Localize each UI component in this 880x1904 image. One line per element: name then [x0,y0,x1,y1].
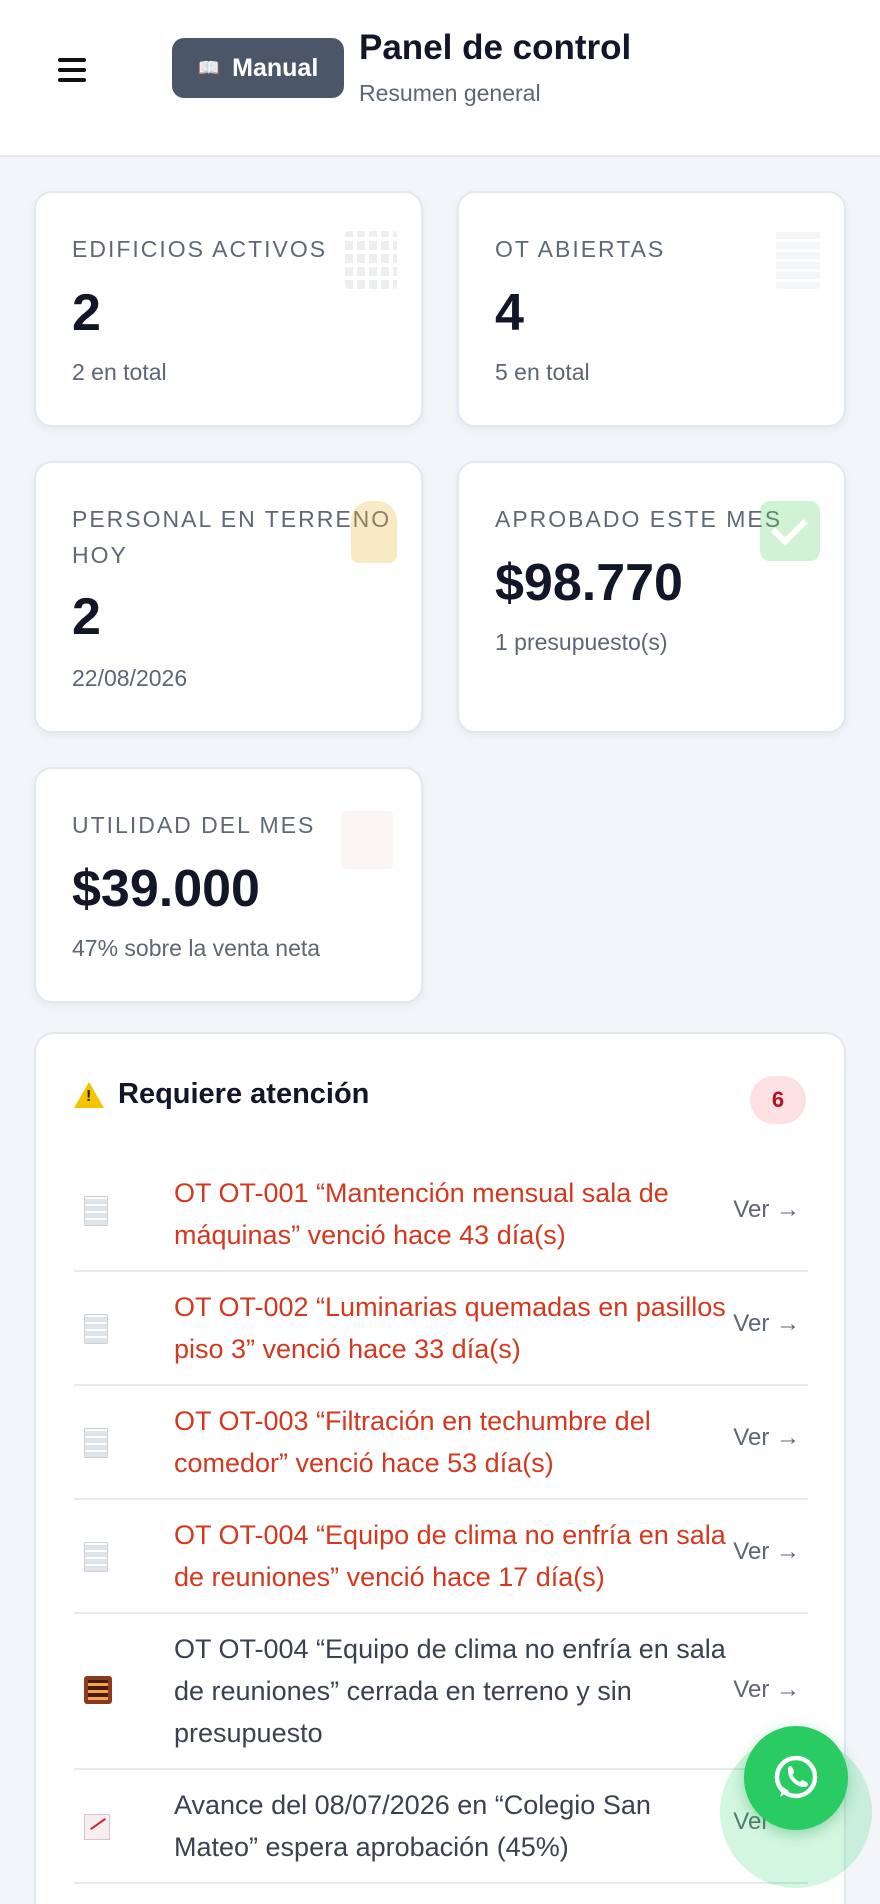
worker-icon [351,501,397,563]
stat-sub: 2 en total [72,359,167,385]
alert-item[interactable]: Avance del 08/07/2026 en “Colegio San Ma… [74,1770,808,1884]
stat-sub: 1 presupuesto(s) [495,629,668,655]
alert-item[interactable]: OT OT-001 “Mantención mensual sala de má… [74,1158,808,1272]
hamburger-menu-icon[interactable] [58,58,86,82]
alert-item[interactable]: OT OT-004 “Equipo de clima no enfría en … [74,1500,808,1614]
ver-link[interactable]: Ver → [733,1676,800,1704]
receipt-icon [84,1314,108,1344]
stat-sub: 47% sobre la venta neta [72,935,321,961]
receipt-icon [84,1542,108,1572]
stat-sub: 22/08/2026 [72,665,188,691]
receipt-icon [84,1428,108,1458]
ver-link[interactable]: Ver → [733,1424,800,1452]
whatsapp-icon [774,1755,818,1799]
ver-link[interactable]: Ver → [733,1310,800,1338]
alert-text: OT OT-002 “Luminarias quemadas en pasill… [174,1292,726,1364]
stat-value: $98.770 [495,554,683,612]
stat-card-aprobado: APROBADO ESTE MES $98.770 1 presupuesto(… [457,461,846,733]
chart-up-icon [341,811,393,869]
alert-item[interactable]: OT OT-003 “Filtración en techumbre del c… [74,1386,808,1500]
page-subtitle: Resumen general [359,80,541,106]
alert-text: OT OT-003 “Filtración en techumbre del c… [174,1406,651,1478]
ver-link[interactable]: Ver → [733,1538,800,1566]
book-icon: 📖 [197,58,221,78]
check-icon [760,501,820,561]
building-icon [345,231,397,289]
stat-card-utilidad: UTILIDAD DEL MES $39.000 47% sobre la ve… [34,767,423,1003]
manual-button[interactable]: 📖 Manual [172,38,344,98]
attention-header: Requiere atención [74,1078,369,1111]
stat-card-personal: PERSONAL EN TERRENO HOY 2 22/08/2026 [34,461,423,733]
alert-text: OT OT-004 “Equipo de clima no enfría en … [174,1520,726,1592]
alert-item[interactable]: OT OT-002 “Luminarias quemadas en pasill… [74,1272,808,1386]
attention-title: Requiere atención [118,1078,370,1110]
stat-value: $39.000 [72,860,260,918]
ver-link[interactable]: Ver → [733,1196,800,1224]
stat-label: OT ABIERTAS [495,236,666,262]
receipt-icon [776,231,820,289]
page-title: Panel de control [359,28,632,67]
attention-count-badge: 6 [750,1076,806,1124]
attention-panel: Requiere atención 6 OT OT-001 “Mantenció… [34,1032,846,1904]
alert-item[interactable]: OT OT-004 “Equipo de clima no enfría en … [74,1614,808,1770]
warning-icon [74,1081,104,1108]
stat-value: 2 [72,588,101,646]
stat-card-edificios: EDIFICIOS ACTIVOS 2 2 en total [34,191,423,427]
alert-text: Avance del 08/07/2026 en “Colegio San Ma… [174,1790,651,1862]
alert-text: OT OT-004 “Equipo de clima no enfría en … [174,1634,726,1748]
chart-up-icon [84,1814,110,1840]
abacus-icon [84,1676,112,1704]
manual-button-label: Manual [232,53,319,82]
stat-card-ot-abiertas: OT ABIERTAS 4 5 en total [457,191,846,427]
alert-text: OT OT-001 “Mantención mensual sala de má… [174,1178,669,1250]
stat-sub: 5 en total [495,359,590,385]
top-bar: 📖 Manual Panel de control Resumen genera… [0,0,880,157]
receipt-icon [84,1196,108,1226]
whatsapp-button[interactable] [744,1726,848,1830]
stat-value: 2 [72,284,101,342]
stat-value: 4 [495,284,524,342]
